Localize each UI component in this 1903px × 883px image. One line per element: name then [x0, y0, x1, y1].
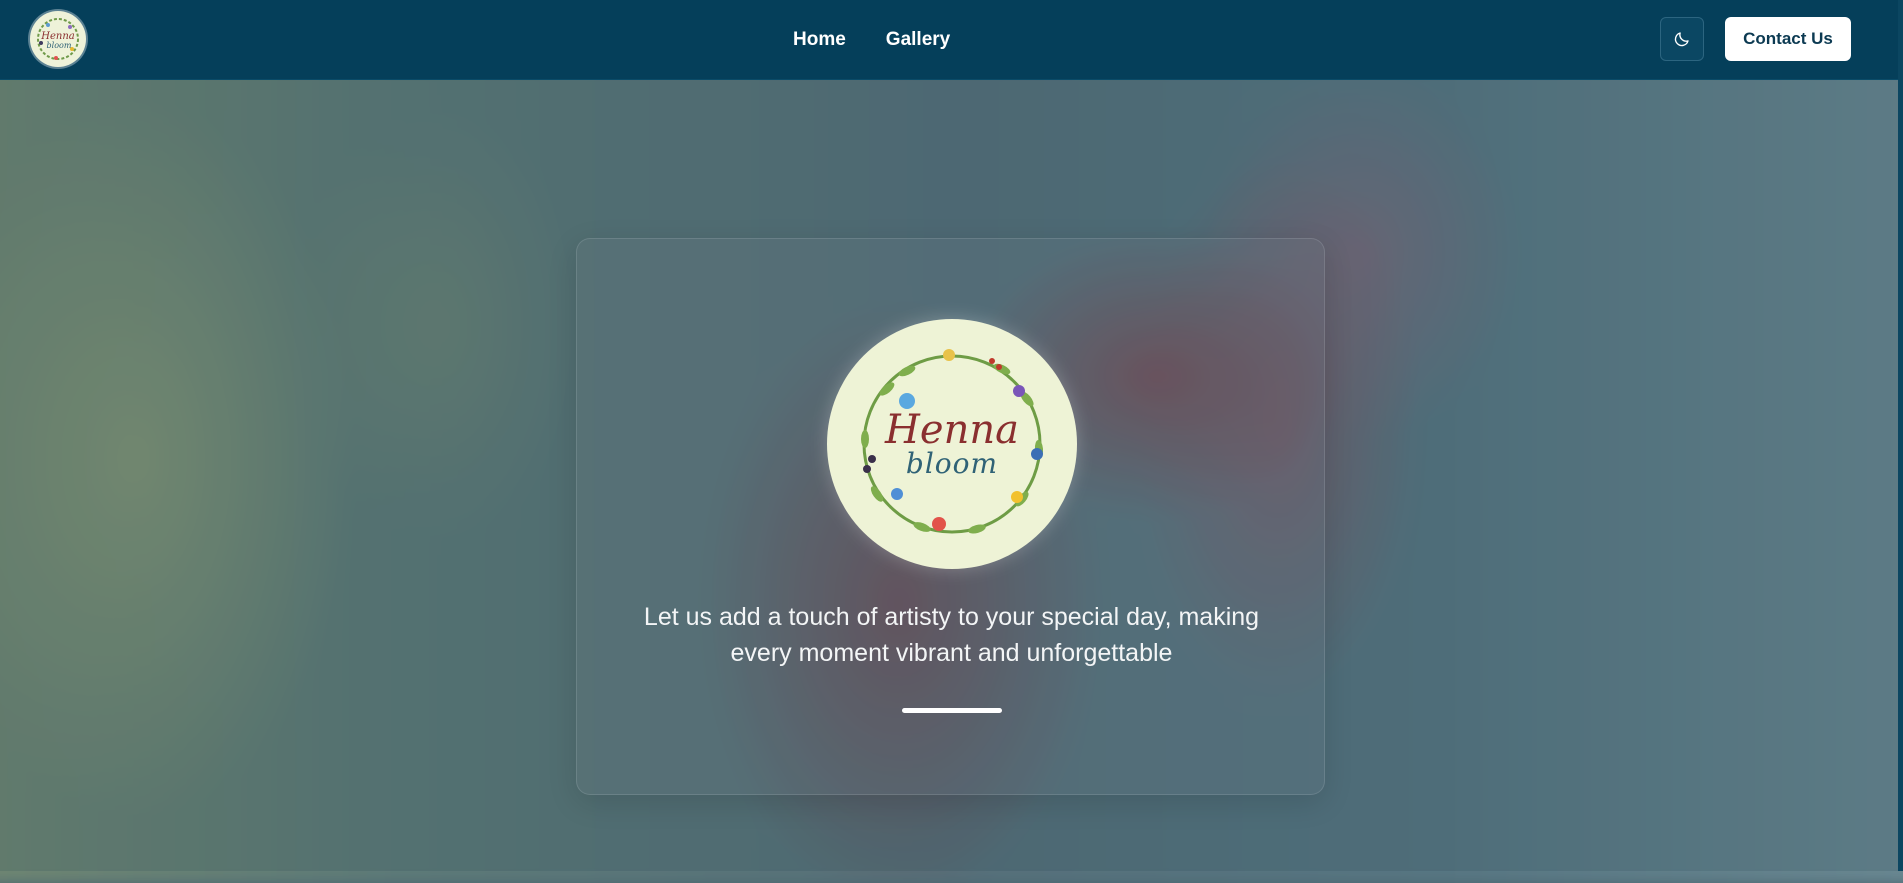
hero-tagline-line-1: Let us add a touch of artisty to your sp…: [643, 603, 1260, 631]
theme-toggle-button[interactable]: [1660, 17, 1704, 61]
hero-card: Henna bloom Let us add a touch of artist…: [576, 238, 1325, 795]
moon-icon: [1674, 32, 1689, 47]
nav-logo[interactable]: Henna bloom: [30, 11, 86, 67]
contact-us-button[interactable]: Contact Us: [1725, 17, 1851, 61]
hero-tagline: Let us add a touch of artisty to your sp…: [617, 599, 1286, 671]
hero-logo-bloom: bloom: [905, 447, 999, 480]
hero-tagline-line-2: every moment vibrant and unforgettable: [730, 639, 1173, 667]
nav-link-home[interactable]: Home: [793, 29, 846, 51]
navbar: Henna bloom Home Gallery Contact Us: [0, 0, 1903, 80]
hero-divider: [902, 708, 1002, 713]
floral-wreath-icon: Henna bloom: [37, 18, 79, 60]
nav-links: Home Gallery: [793, 0, 950, 79]
nav-link-gallery[interactable]: Gallery: [886, 29, 950, 51]
page-edge: [1898, 0, 1903, 871]
hero-logo: Henna bloom: [827, 319, 1077, 569]
nav-logo-bloom: bloom: [47, 41, 72, 50]
